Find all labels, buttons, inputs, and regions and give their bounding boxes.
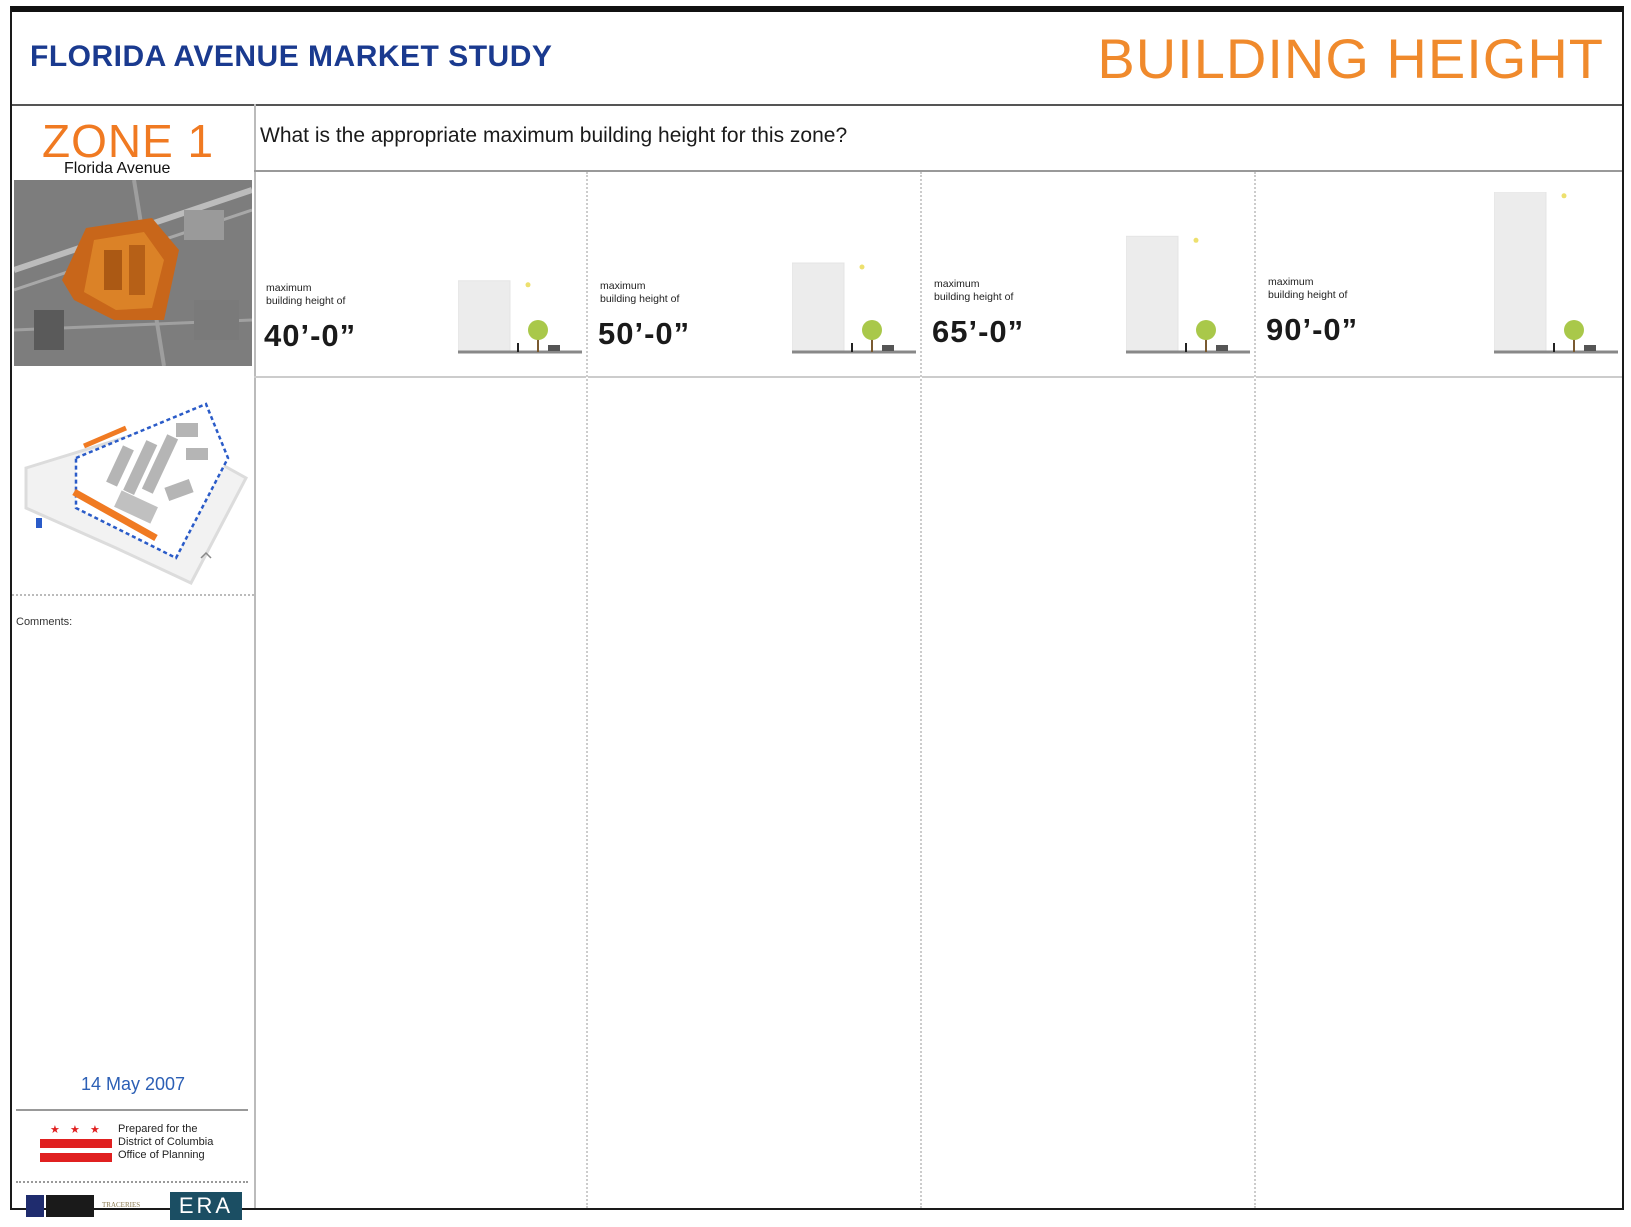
car-icon	[548, 345, 560, 351]
option-label-line-1: maximum	[934, 278, 980, 290]
main-panel: What is the appropriate maximum building…	[254, 104, 1622, 1208]
question-text: What is the appropriate maximum building…	[260, 124, 848, 147]
option-card: maximum building height of 90’-0”	[1256, 172, 1622, 378]
building-height-diagram	[1494, 192, 1618, 354]
building-height-diagram	[1126, 235, 1250, 354]
tree-icon	[528, 320, 548, 340]
option-card: maximum building height of 50’-0”	[588, 172, 920, 378]
height-marker-dot	[525, 282, 531, 288]
option-label: maximum building height of	[1268, 276, 1347, 302]
prepared-for-line-2: District of Columbia	[118, 1136, 214, 1148]
poster-frame: FLORIDA AVENUE MARKET STUDY BUILDING HEI…	[10, 6, 1624, 1220]
page-title: BUILDING HEIGHT	[1097, 27, 1604, 90]
option-label: maximum building height of	[266, 282, 345, 308]
building-height-diagram	[792, 262, 916, 354]
svg-text:★: ★	[50, 1123, 60, 1136]
building-massing	[792, 262, 845, 353]
option-label: maximum building height of	[934, 278, 1013, 304]
tree-icon	[1196, 320, 1216, 340]
option-label-line-1: maximum	[600, 280, 646, 292]
option-label-line-2: building height of	[600, 293, 680, 305]
height-marker-dot	[1193, 237, 1199, 243]
option-height-value: 40’-0”	[264, 318, 357, 353]
partner-logos: TRACERIES ERA	[16, 1181, 248, 1227]
height-marker-dot	[1561, 193, 1567, 199]
tree-icon	[1564, 320, 1584, 340]
comments-label: Comments:	[16, 616, 73, 628]
prepared-for-line-3: Office of Planning	[118, 1149, 205, 1161]
svg-text:★: ★	[90, 1123, 100, 1136]
option-column: maximum building height of 50’-0”	[588, 172, 922, 1208]
car-icon	[1216, 345, 1228, 351]
option-height-value: 65’-0”	[932, 314, 1025, 349]
option-column: maximum building height of 65’-0”	[922, 172, 1256, 1208]
header: FLORIDA AVENUE MARKET STUDY BUILDING HEI…	[12, 12, 1622, 106]
option-label-line-1: maximum	[1268, 276, 1314, 288]
option-card: maximum building height of 40’-0”	[254, 172, 586, 378]
aerial-photo	[14, 180, 252, 366]
prepared-for-line-1: Prepared for the	[118, 1123, 198, 1135]
building-massing	[1126, 235, 1179, 353]
svg-text:★: ★	[70, 1123, 80, 1136]
option-label-line-2: building height of	[266, 295, 346, 307]
era-logo: ERA	[170, 1192, 242, 1220]
building-height-diagram	[458, 280, 582, 354]
option-label-line-2: building height of	[934, 291, 1014, 303]
option-column: maximum building height of 40’-0”	[254, 172, 588, 1208]
building-massing	[458, 280, 511, 353]
option-label-line-2: building height of	[1268, 289, 1348, 301]
option-card: maximum building height of 65’-0”	[922, 172, 1254, 378]
partner-logo-2	[46, 1195, 94, 1217]
option-height-value: 90’-0”	[1266, 312, 1359, 347]
question-bar: What is the appropriate maximum building…	[254, 104, 1622, 172]
height-marker-dot	[859, 264, 865, 270]
prepared-for-block: ★ ★ ★ Prepared for the District of Colum…	[16, 1109, 248, 1175]
car-icon	[882, 345, 894, 351]
option-column: maximum building height of 90’-0”	[1256, 172, 1622, 1208]
option-label: maximum building height of	[600, 280, 679, 306]
car-icon	[1584, 345, 1596, 351]
zone-subtitle: Florida Avenue	[64, 160, 171, 177]
project-title: FLORIDA AVENUE MARKET STUDY	[30, 40, 553, 73]
tree-icon	[862, 320, 882, 340]
sidebar: ZONE 1 Florida Avenue Comments: 14 May 2…	[12, 104, 256, 1220]
site-plan-map	[24, 402, 249, 585]
dc-flag-icon: ★ ★ ★	[40, 1123, 112, 1162]
prepared-for-text: Prepared for the District of Columbia Of…	[118, 1123, 213, 1162]
option-height-value: 50’-0”	[598, 316, 691, 351]
date-label: 14 May 2007	[80, 1074, 186, 1094]
traceries-logo: TRACERIES	[102, 1201, 141, 1209]
building-massing	[1494, 192, 1547, 353]
option-label-line-1: maximum	[266, 282, 312, 294]
sidebar-divider	[12, 594, 254, 596]
partner-logo-1	[26, 1195, 44, 1217]
